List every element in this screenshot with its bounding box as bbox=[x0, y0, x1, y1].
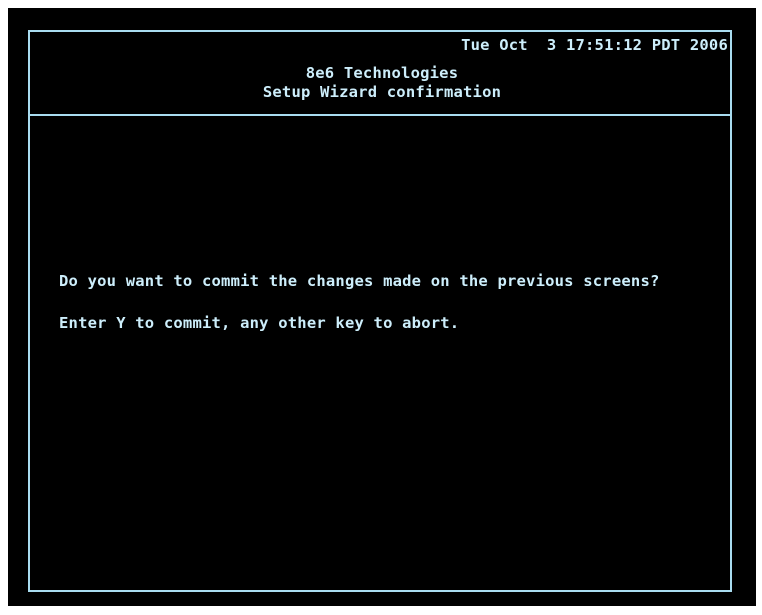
key-instruction: Enter Y to commit, any other key to abor… bbox=[59, 314, 460, 332]
dialog-frame bbox=[28, 30, 732, 592]
page-title: Setup Wizard confirmation bbox=[262, 83, 502, 101]
header-company: 8e6 Technologies bbox=[305, 64, 459, 82]
header-datetime: Tue Oct 3 17:51:12 PDT 2006 bbox=[461, 36, 728, 54]
confirmation-prompt: Do you want to commit the changes made o… bbox=[59, 272, 660, 290]
terminal-screen[interactable]: Tue Oct 3 17:51:12 PDT 2006 8e6 Technolo… bbox=[8, 8, 756, 606]
header-divider bbox=[30, 114, 730, 116]
